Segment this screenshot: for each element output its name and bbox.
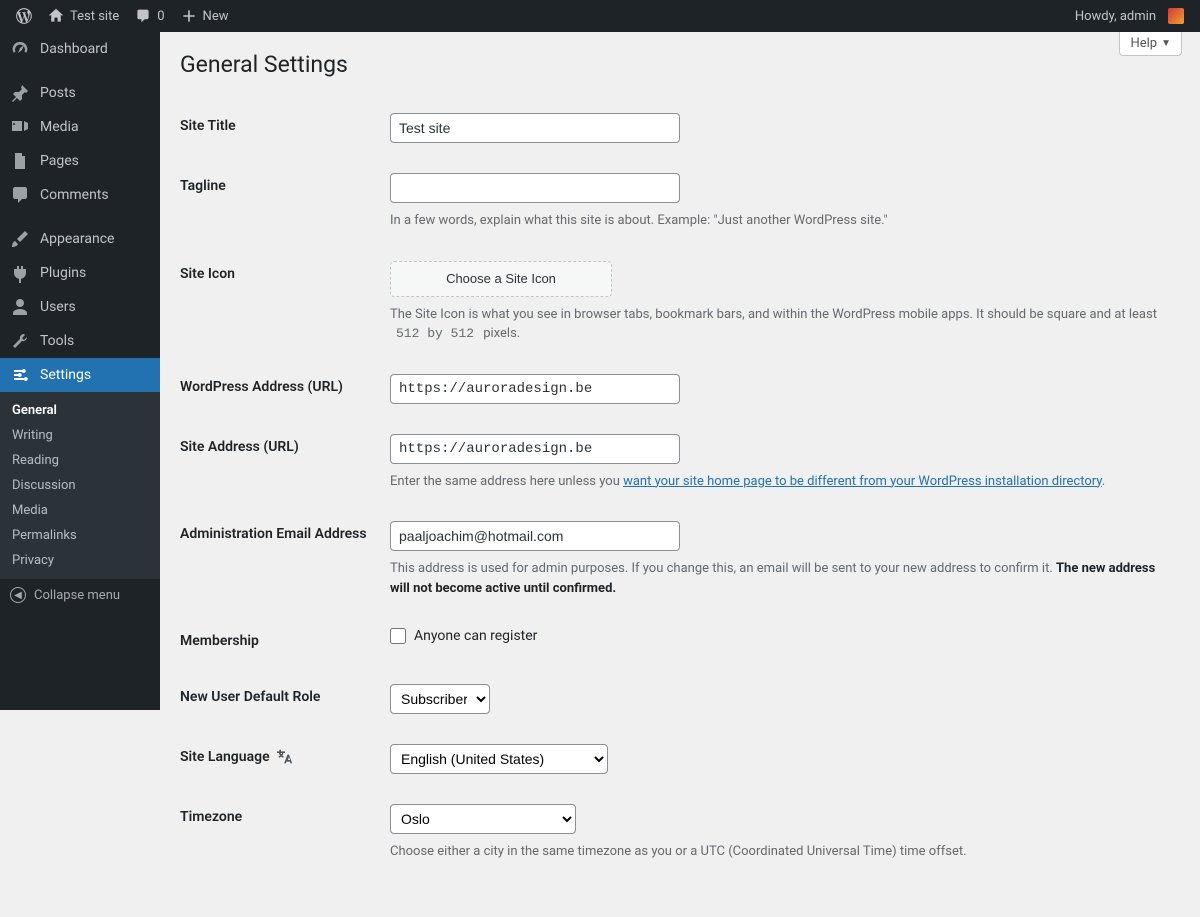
choose-site-icon-button[interactable]: Choose a Site Icon [390,261,612,297]
menu-appearance[interactable]: Appearance [0,222,160,256]
menu-label: Users [40,299,76,315]
user-icon [10,297,30,317]
menu-label: Pages [40,153,79,169]
site-icon-label: Site Icon [180,246,380,359]
wp-logo[interactable] [8,0,40,32]
home-icon [48,8,64,24]
menu-comments[interactable]: Comments [0,178,160,212]
submenu-permalinks[interactable]: Permalinks [0,523,160,548]
adminbar-site-link[interactable]: Test site [40,0,127,32]
media-icon [10,117,30,137]
menu-label: Appearance [40,231,114,247]
adminbar-account[interactable]: Howdy, admin [1067,0,1192,32]
menu-posts[interactable]: Posts [0,76,160,110]
menu-plugins[interactable]: Plugins [0,256,160,290]
collapse-label: Collapse menu [34,588,120,603]
timezone-select[interactable]: Oslo [390,804,576,834]
avatar [1168,8,1184,24]
submenu-media[interactable]: Media [0,498,160,523]
adminbar-comments-count: 0 [157,9,164,24]
adminbar-howdy: Howdy, admin [1075,9,1156,24]
submenu-reading[interactable]: Reading [0,448,160,473]
chevron-down-icon: ▼ [1161,38,1171,49]
comment-icon [135,8,151,24]
settings-icon [10,365,30,385]
dashboard-icon [10,39,30,59]
adminbar-comments[interactable]: 0 [127,0,172,32]
tagline-label: Tagline [180,158,380,246]
adminbar-site-title: Test site [70,9,119,24]
menu-dashboard[interactable]: Dashboard [0,32,160,66]
submenu-privacy[interactable]: Privacy [0,548,160,573]
page-icon [10,151,30,171]
default-role-label: New User Default Role [180,669,380,729]
site-url-description: Enter the same address here unless you w… [390,472,1170,492]
tagline-input[interactable] [390,173,680,203]
wp-url-label: WordPress Address (URL) [180,359,380,419]
site-url-input[interactable] [390,434,680,464]
timezone-label: Timezone [180,789,380,877]
page-title: General Settings [180,42,1180,98]
menu-label: Dashboard [40,41,108,57]
settings-submenu: General Writing Reading Discussion Media… [0,392,160,579]
submenu-discussion[interactable]: Discussion [0,473,160,498]
tagline-description: In a few words, explain what this site i… [390,211,1170,231]
site-language-label: Site Language [180,729,380,789]
help-label: Help [1130,36,1157,51]
admin-email-input[interactable] [390,521,680,551]
site-title-label: Site Title [180,98,380,158]
membership-checkbox[interactable] [390,628,406,644]
site-url-help-link[interactable]: want your site home page to be different… [623,474,1102,489]
wordpress-icon [16,8,32,24]
menu-settings[interactable]: Settings [0,358,160,392]
menu-label: Comments [40,187,109,203]
menu-tools[interactable]: Tools [0,324,160,358]
site-language-select[interactable]: English (United States) [390,744,608,774]
plugin-icon [10,263,30,283]
comment-icon [10,185,30,205]
pin-icon [10,83,30,103]
admin-email-label: Administration Email Address [180,506,380,613]
site-icon-dimensions: 512 by 512 [390,324,480,343]
wp-url-input[interactable] [390,374,680,404]
menu-label: Settings [40,367,91,383]
membership-checkbox-label[interactable]: Anyone can register [390,628,1170,644]
adminbar-new-label: New [203,9,229,24]
translate-icon [277,749,293,765]
site-url-label: Site Address (URL) [180,419,380,507]
menu-pages[interactable]: Pages [0,144,160,178]
tools-icon [10,331,30,351]
brush-icon [10,229,30,249]
timezone-description: Choose either a city in the same timezon… [390,842,1170,862]
collapse-icon: ◀ [10,587,26,603]
menu-label: Plugins [40,265,86,281]
membership-label: Membership [180,613,380,669]
admin-email-description: This address is used for admin purposes.… [390,559,1170,598]
submenu-writing[interactable]: Writing [0,423,160,448]
menu-label: Posts [40,85,76,101]
site-title-input[interactable] [390,113,680,143]
menu-media[interactable]: Media [0,110,160,144]
adminbar-new[interactable]: New [173,0,237,32]
plus-icon [181,8,197,24]
help-tab[interactable]: Help ▼ [1119,32,1182,56]
site-icon-description: The Site Icon is what you see in browser… [390,305,1170,344]
menu-label: Tools [40,333,74,349]
collapse-menu[interactable]: ◀ Collapse menu [0,579,160,611]
menu-users[interactable]: Users [0,290,160,324]
menu-label: Media [40,119,79,135]
submenu-general[interactable]: General [0,398,160,423]
